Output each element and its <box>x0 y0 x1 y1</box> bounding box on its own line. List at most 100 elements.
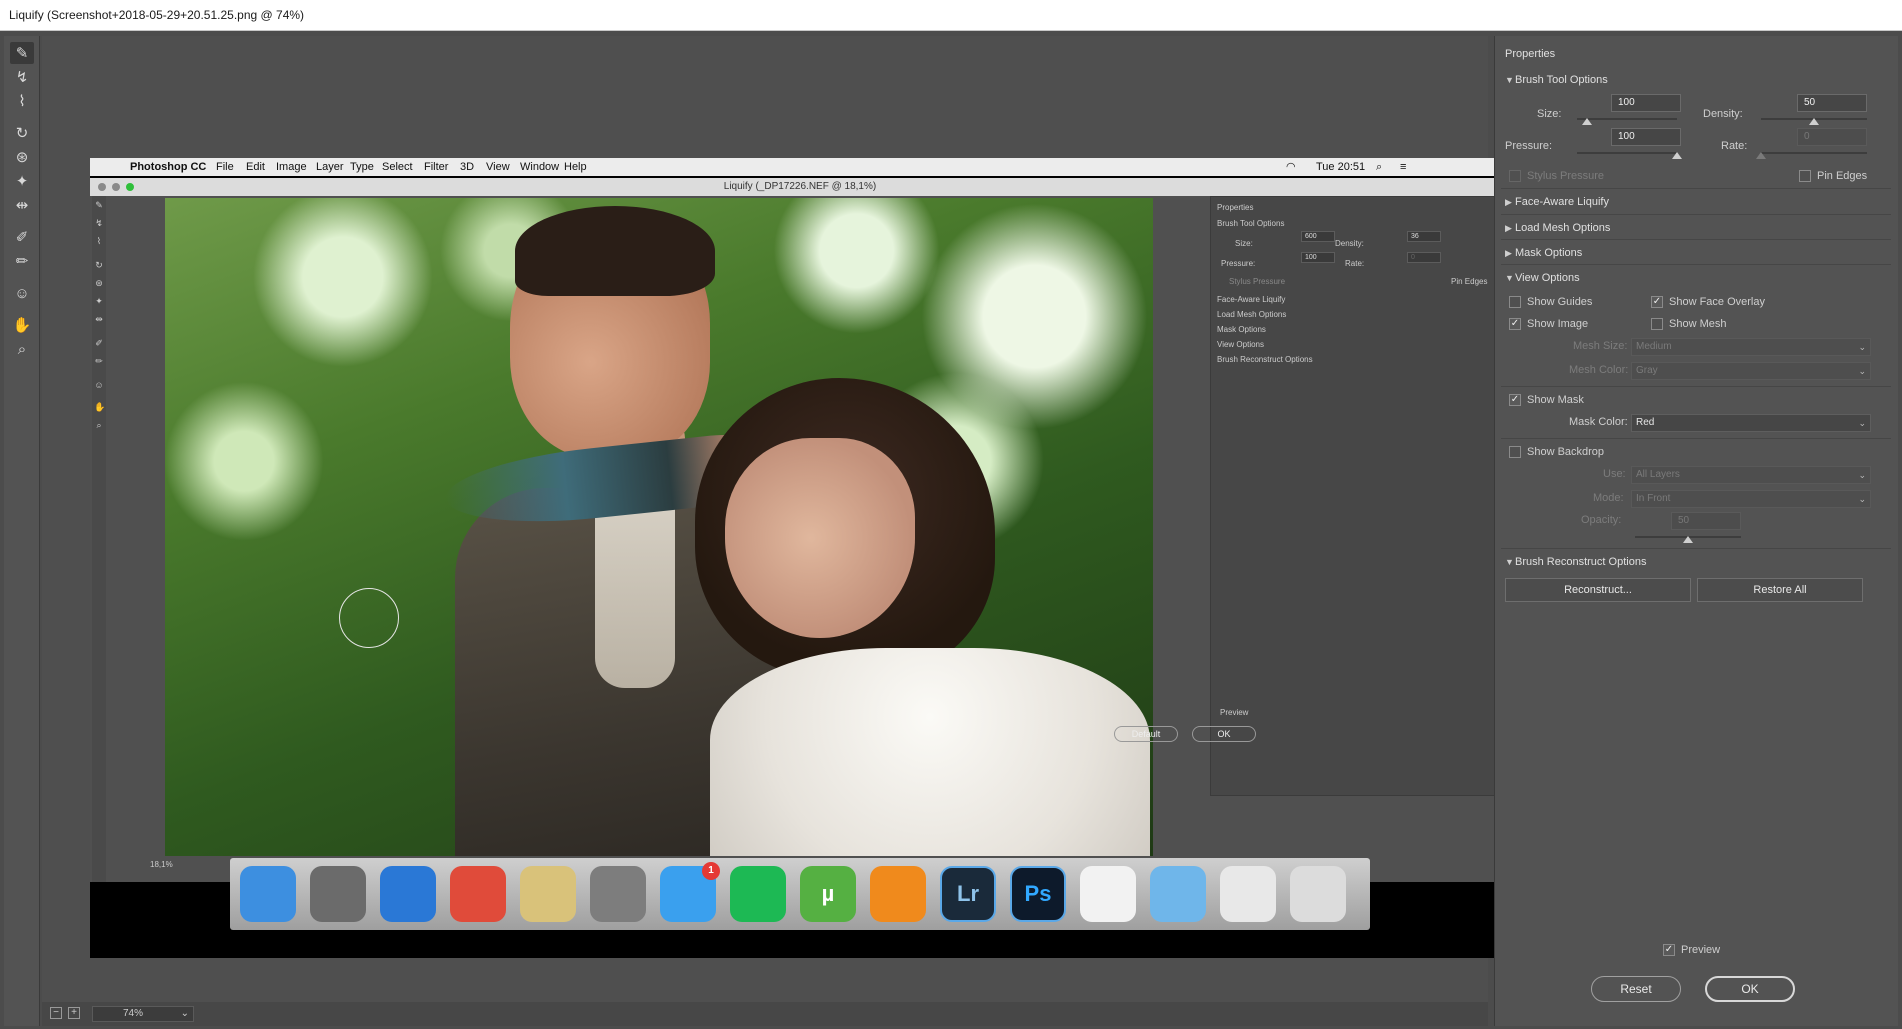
show-face-overlay-checkbox[interactable]: ✓ <box>1651 296 1663 308</box>
size-slider[interactable] <box>1577 118 1677 120</box>
folder-dock-icon <box>1150 866 1206 922</box>
opacity-label: Opacity: <box>1581 514 1622 526</box>
use-select[interactable]: All Layers ⌄ <box>1631 466 1871 484</box>
reconstruct-icon[interactable]: ↯ <box>10 66 34 88</box>
push-left-icon[interactable]: ⇹ <box>10 194 34 216</box>
rate-input[interactable]: 0 <box>1797 128 1867 146</box>
rate-slider[interactable] <box>1761 152 1867 154</box>
view-options-header[interactable]: ▼View Options <box>1505 272 1580 284</box>
forward-warp-icon[interactable]: ✎ <box>10 42 34 64</box>
mac-preview: Preview <box>1220 708 1249 717</box>
mac-pucker-icon: ⊛ <box>95 278 103 288</box>
mac-zoom-level: 18,1% <box>150 860 173 869</box>
canvas-area[interactable]: Photoshop CC File Edit Image Layer Type … <box>42 36 1510 1002</box>
mac-mask-options: Mask Options <box>1217 325 1266 334</box>
twirl-icon[interactable]: ↻ <box>10 122 34 144</box>
pressure-slider[interactable] <box>1577 152 1677 154</box>
trash-dock-icon <box>1290 866 1346 922</box>
photoshop-dock-icon: Ps <box>1010 866 1066 922</box>
spotlight-icon: ⌕ <box>1376 161 1383 173</box>
pressure-input[interactable]: 100 <box>1611 128 1681 146</box>
chevron-down-icon: ⌄ <box>1858 418 1866 428</box>
divider <box>1501 264 1891 265</box>
stylus-pressure-checkbox[interactable] <box>1509 170 1521 182</box>
notification-badge: 1 <box>702 862 720 880</box>
pin-edges-label: Pin Edges <box>1817 170 1868 182</box>
rate-slider-thumb[interactable] <box>1756 152 1766 159</box>
mesh-size-select[interactable]: Medium ⌄ <box>1631 338 1871 356</box>
mac-thaw-icon: ✏ <box>95 356 103 366</box>
groom-shirt <box>595 488 675 688</box>
mac-properties-panel: Properties Brush Tool Options Size: 600 … <box>1210 196 1502 796</box>
preview-checkbox[interactable]: ✓ <box>1663 944 1675 956</box>
safari-dock-icon <box>380 866 436 922</box>
mac-zoom-icon: ⌕ <box>96 420 102 430</box>
smooth-icon[interactable]: ⌇ <box>10 90 34 112</box>
chevron-down-icon: ⌄ <box>1858 366 1866 376</box>
brush-cursor <box>339 588 399 648</box>
groom-hair <box>515 206 715 296</box>
pressure-label: Pressure: <box>1505 140 1553 152</box>
mac-size-label: Size: <box>1235 239 1253 248</box>
show-mesh-checkbox[interactable] <box>1651 318 1663 330</box>
mac-props-title: Properties <box>1217 203 1254 212</box>
size-slider-thumb[interactable] <box>1582 118 1592 125</box>
mac-zoom-light <box>126 183 134 191</box>
pin-edges-checkbox[interactable] <box>1799 170 1811 182</box>
freeze-mask-icon[interactable]: ✐ <box>10 226 34 248</box>
show-face-overlay-label: Show Face Overlay <box>1669 296 1765 308</box>
reconstruct-button[interactable]: Reconstruct... <box>1505 578 1691 602</box>
face-tool-icon[interactable]: ☺ <box>10 282 34 304</box>
show-backdrop-checkbox[interactable] <box>1509 446 1521 458</box>
mac-min-light <box>112 183 120 191</box>
load-mesh-options-header[interactable]: ▶ Load Mesh Options <box>1505 222 1610 234</box>
zoom-in-button[interactable]: + <box>68 1007 80 1019</box>
brush-reconstruct-options-header[interactable]: ▼Brush Reconstruct Options <box>1505 556 1646 568</box>
mac-smooth-icon: ⌇ <box>96 236 102 246</box>
density-slider-thumb[interactable] <box>1809 118 1819 125</box>
mask-color-label: Mask Color: <box>1569 416 1628 428</box>
face-aware-liquify-header[interactable]: ▶ Face-Aware Liquify <box>1505 196 1609 208</box>
density-input[interactable]: 50 <box>1797 94 1867 112</box>
mac-menu-file: File <box>216 161 234 173</box>
reset-button[interactable]: Reset <box>1591 976 1681 1002</box>
brush-tool-options-header[interactable]: ▼Brush Tool Options <box>1505 74 1608 86</box>
opacity-slider-thumb[interactable] <box>1683 536 1693 543</box>
restore-all-button[interactable]: Restore All <box>1697 578 1863 602</box>
show-image-checkbox[interactable]: ✓ <box>1509 318 1521 330</box>
size-input[interactable]: 100 <box>1611 94 1681 112</box>
vlc-dock-icon <box>870 866 926 922</box>
hand-icon[interactable]: ✋ <box>10 314 34 336</box>
document-dock-icon <box>1080 866 1136 922</box>
preview-label: Preview <box>1681 944 1721 956</box>
zoom-icon[interactable]: ⌕ <box>10 338 34 360</box>
thaw-mask-icon[interactable]: ✏ <box>10 250 34 272</box>
ok-button[interactable]: OK <box>1705 976 1795 1002</box>
zoom-select[interactable]: 74% ⌄ <box>92 1006 194 1022</box>
properties-title: Properties <box>1505 48 1556 60</box>
bride-dress <box>710 648 1150 856</box>
mask-options-header[interactable]: ▶ Mask Options <box>1505 247 1582 259</box>
pucker-icon[interactable]: ⊛ <box>10 146 34 168</box>
show-mask-checkbox[interactable]: ✓ <box>1509 394 1521 406</box>
mac-face-icon: ☺ <box>94 380 104 390</box>
zoom-out-button[interactable]: − <box>50 1007 62 1019</box>
pressure-slider-thumb[interactable] <box>1672 152 1682 159</box>
mac-app-name: Photoshop CC <box>130 161 207 173</box>
opacity-input[interactable]: 50 <box>1671 512 1741 530</box>
bloat-icon[interactable]: ✦ <box>10 170 34 192</box>
show-guides-checkbox[interactable] <box>1509 296 1521 308</box>
properties-panel: Properties ▼Brush Tool Options Size: 100… <box>1494 36 1898 1026</box>
mask-color-select[interactable]: Red ⌄ <box>1631 414 1871 432</box>
mac-menubar: Photoshop CC File Edit Image Layer Type … <box>90 158 1510 176</box>
mac-load-mesh: Load Mesh Options <box>1217 310 1287 319</box>
mac-brush-reconstruct: Brush Reconstruct Options <box>1217 355 1313 364</box>
preview-dock-icon <box>520 866 576 922</box>
mac-face-aware: Face-Aware Liquify <box>1217 295 1286 304</box>
photo-preview[interactable] <box>165 198 1153 856</box>
mesh-color-select[interactable]: Gray ⌄ <box>1631 362 1871 380</box>
mac-liquify-body: ✎ ↯ ⌇ ↻ ⊛ ✦ ⇹ ✐ ✏ ☺ ✋ ⌕ Properties Brush… <box>90 196 1510 882</box>
mac-brush-tool-options: Brush Tool Options <box>1217 219 1285 228</box>
mode-select[interactable]: In Front ⌄ <box>1631 490 1871 508</box>
mac-pressure-label: Pressure: <box>1221 259 1256 268</box>
